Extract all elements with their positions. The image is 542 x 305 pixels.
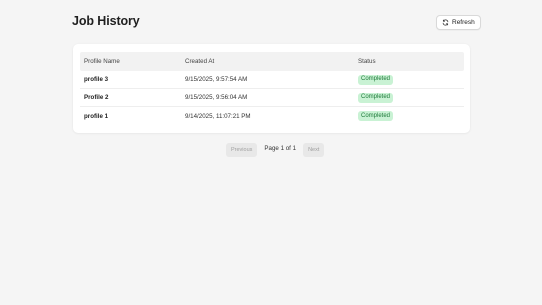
status-cell: Completed — [354, 92, 464, 103]
created-at-cell: 9/14/2025, 11:07:21 PM — [185, 112, 251, 120]
table-row[interactable]: profile 1 9/14/2025, 11:07:21 PM Complet… — [80, 107, 464, 125]
profile-name-cell: profile 1 — [84, 112, 109, 120]
created-at-cell: 9/15/2025, 9:57:54 AM — [185, 76, 248, 83]
refresh-button-label: Refresh — [452, 19, 475, 26]
column-header-created-at: Created At — [185, 58, 215, 65]
page-title: Job History — [72, 14, 140, 28]
profile-name-cell: profile 3 — [84, 76, 109, 83]
column-header-profile-name: Profile Name — [84, 58, 120, 65]
refresh-icon — [442, 19, 449, 26]
status-badge: Completed — [358, 92, 394, 103]
status-badge: Completed — [358, 111, 394, 121]
table-header: Profile Name Created At Status — [80, 52, 464, 71]
page-info: Page 1 of 1 — [264, 144, 297, 152]
status-badge: Completed — [358, 74, 394, 85]
status-cell: Completed — [354, 74, 464, 85]
table-row[interactable]: profile 3 9/15/2025, 9:57:54 AM Complete… — [80, 71, 464, 89]
job-history-table: Profile Name Created At Status profile 3… — [80, 52, 464, 125]
column-header-status: Status — [358, 58, 376, 65]
refresh-button[interactable]: Refresh — [436, 15, 481, 30]
created-at-cell: 9/15/2025, 9:56:04 AM — [185, 94, 248, 101]
table-row[interactable]: Profile 2 9/15/2025, 9:56:04 AM Complete… — [80, 89, 464, 107]
pagination: Previous Page 1 of 1 Next — [226, 143, 325, 157]
status-cell: Completed — [354, 111, 464, 121]
previous-page-button[interactable]: Previous — [226, 143, 258, 157]
next-page-button[interactable]: Next — [303, 143, 325, 157]
job-history-page: Job History Refresh Profile Name Created… — [0, 0, 542, 305]
profile-name-cell: Profile 2 — [84, 94, 109, 101]
job-history-card: Profile Name Created At Status profile 3… — [73, 44, 470, 133]
